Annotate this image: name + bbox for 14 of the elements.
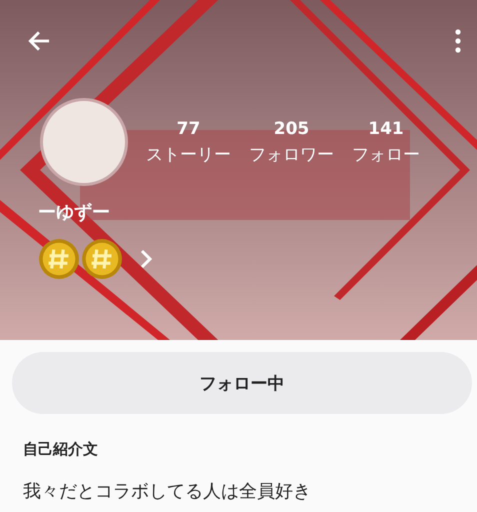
stat-count: 205 [274, 118, 310, 138]
stat-count: 77 [176, 118, 200, 138]
bio-heading: 自己紹介文 [23, 440, 98, 459]
stat-label[interactable]: ストーリー [146, 142, 231, 166]
coin-icon[interactable] [81, 238, 123, 280]
following-button[interactable]: フォロー中 [12, 352, 472, 414]
stat-label[interactable]: フォロー [352, 142, 420, 166]
stat-label[interactable]: フォロワー [249, 142, 334, 166]
chevron-right-icon[interactable] [140, 249, 152, 269]
more-menu-icon[interactable] [455, 29, 461, 53]
username: ーゆずー [38, 201, 110, 224]
bio-text: 我々だとコラボしてる人は全員好き [23, 480, 312, 503]
stat-count: 141 [368, 118, 404, 138]
coin-icon[interactable] [38, 238, 80, 280]
